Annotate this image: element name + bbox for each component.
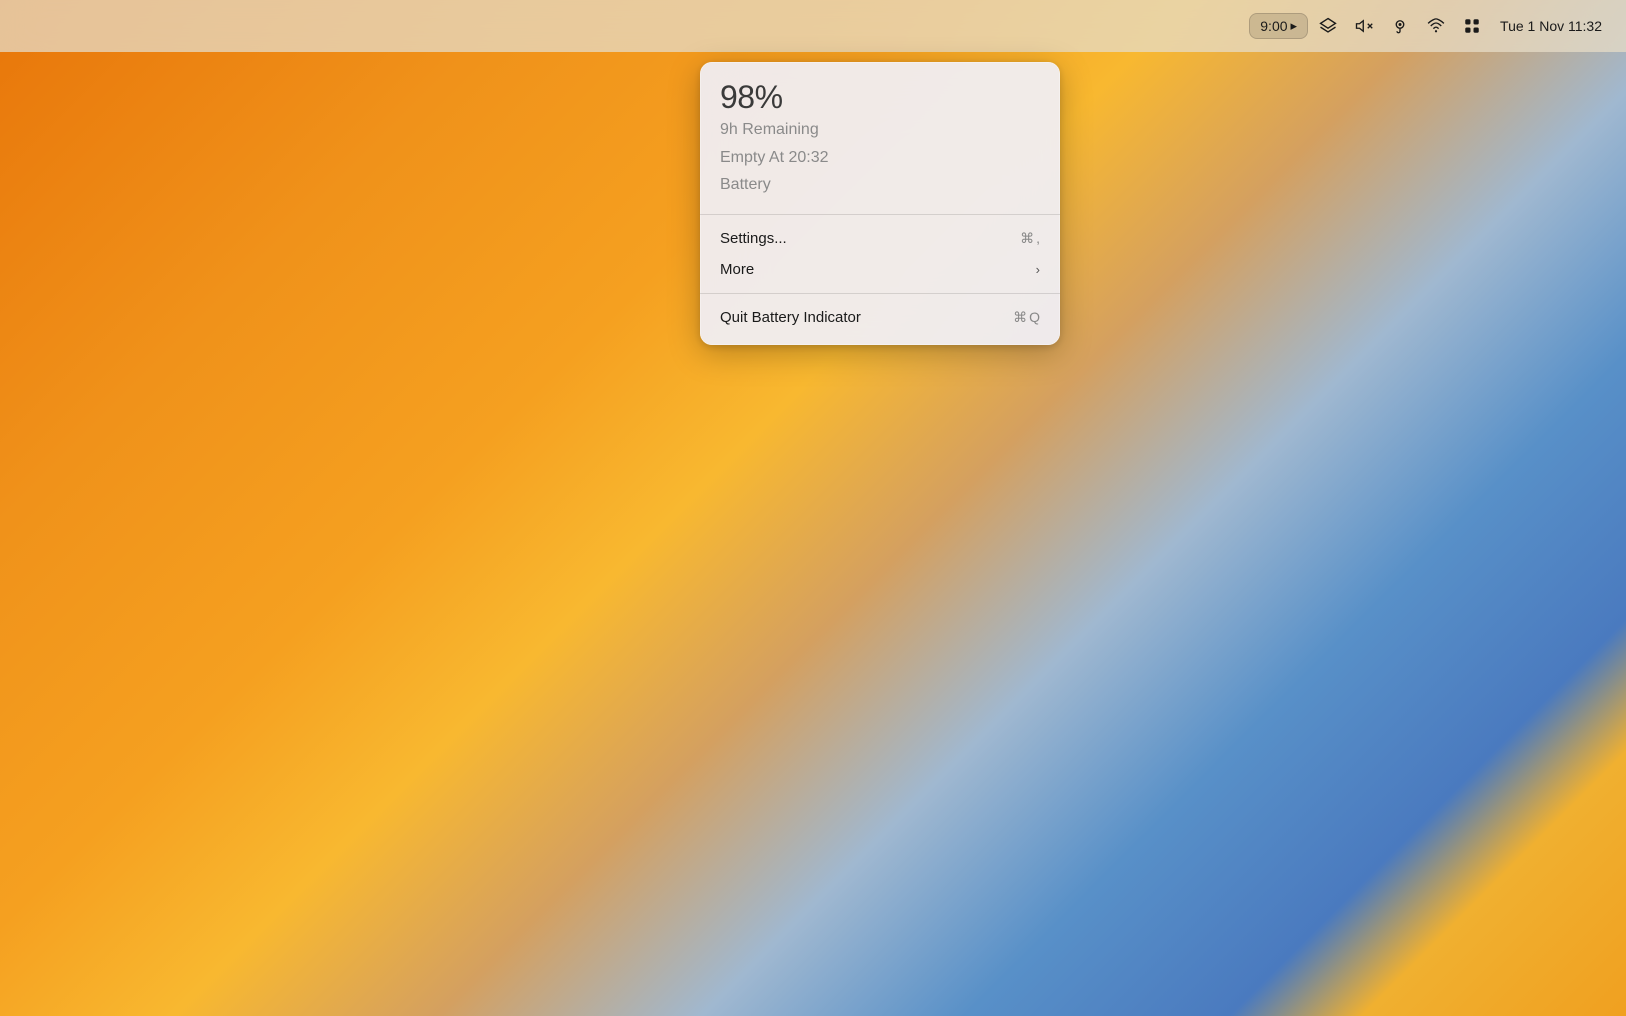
wifi-icon[interactable] [1420,10,1452,42]
cmd-symbol: ⌘ [1020,230,1034,247]
more-label: More [720,261,754,278]
mute-svg [1355,17,1373,35]
control-center-svg [1463,17,1481,35]
settings-label: Settings... [720,230,787,247]
more-arrow-icon: › [1036,262,1040,277]
layers-icon[interactable] [1312,10,1344,42]
control-center-icon[interactable] [1456,10,1488,42]
menubar-right: 9:00 ▸ [1249,10,1610,42]
comma-symbol: , [1036,230,1040,246]
battery-remaining-display: 9h Remaining [720,116,1040,143]
battery-indicator-button[interactable]: 9:00 ▸ [1249,13,1308,39]
datetime-display[interactable]: Tue 1 Nov 11:32 [1492,14,1610,38]
hearing-svg [1391,17,1409,35]
battery-time-label: 9:00 [1260,18,1287,34]
battery-info-section: 98% 9h Remaining Empty At 20:32 Battery [700,70,1060,210]
settings-shortcut: ⌘ , [1020,230,1040,247]
battery-context-menu: 98% 9h Remaining Empty At 20:32 Battery … [700,62,1060,345]
battery-source-display: Battery [720,171,1040,198]
wifi-svg [1427,17,1445,35]
layers-svg [1319,17,1337,35]
settings-menu-item[interactable]: Settings... ⌘ , [700,223,1060,254]
battery-percent-display: 98% [720,78,1040,116]
quit-menu-item[interactable]: Quit Battery Indicator ⌘ Q [700,302,1060,333]
quit-label: Quit Battery Indicator [720,309,861,326]
menu-divider-2 [700,293,1060,294]
menubar: 9:00 ▸ [0,0,1626,52]
battery-bolt-icon: ▸ [1291,18,1298,34]
quit-q-symbol: Q [1029,309,1040,325]
hearing-icon[interactable] [1384,10,1416,42]
menu-quit-section: Quit Battery Indicator ⌘ Q [700,298,1060,337]
quit-shortcut: ⌘ Q [1013,309,1040,326]
battery-empty-at-display: Empty At 20:32 [720,144,1040,171]
mute-icon[interactable] [1348,10,1380,42]
menu-action-section: Settings... ⌘ , More › [700,219,1060,289]
menu-divider-1 [700,214,1060,215]
more-menu-item[interactable]: More › [700,254,1060,285]
quit-cmd-symbol: ⌘ [1013,309,1027,326]
